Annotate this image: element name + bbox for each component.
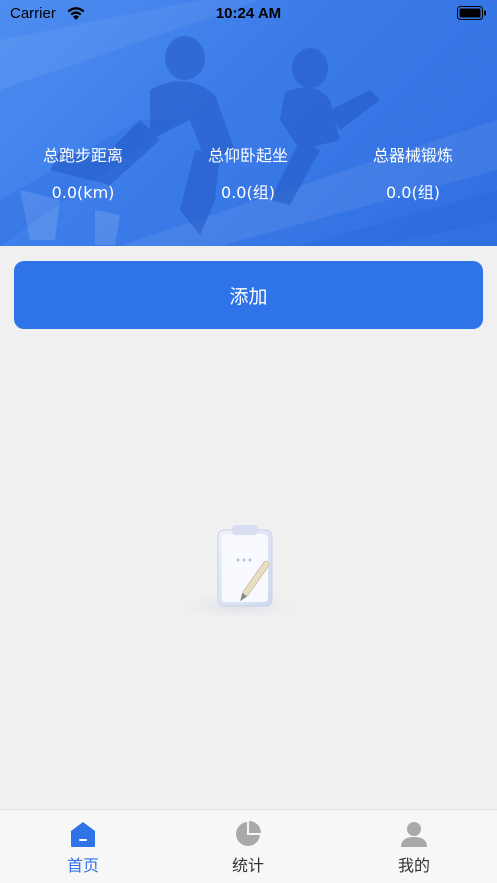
stat-value: 0.0(组) bbox=[221, 183, 275, 202]
stat-label: 总仰卧起坐 bbox=[207, 146, 288, 165]
bottom-tab-bar: 首页 统计 我的 bbox=[0, 809, 497, 883]
status-bar: Carrier 10:24 AM bbox=[0, 0, 497, 30]
tab-statistics[interactable]: 统计 bbox=[165, 810, 331, 883]
add-button[interactable]: 添加 bbox=[14, 261, 483, 329]
stat-value: 0.0(km) bbox=[51, 183, 115, 202]
home-icon bbox=[71, 822, 95, 847]
empty-clipboard-icon bbox=[168, 525, 312, 622]
header-banner: Carrier 10:24 AM 总跑步距离 0.0(km) 总仰卧起坐 0.0… bbox=[0, 0, 497, 246]
tab-home[interactable]: 首页 bbox=[0, 810, 166, 883]
stats-summary: 总跑步距离 0.0(km) 总仰卧起坐 0.0(组) 总器械锻炼 0.0(组) bbox=[0, 145, 497, 215]
clock: 10:24 AM bbox=[215, 5, 282, 22]
tab-label: 统计 bbox=[231, 856, 264, 875]
tab-profile[interactable]: 我的 bbox=[331, 810, 497, 883]
stat-situps: 总仰卧起坐 0.0(组) bbox=[163, 145, 333, 204]
tab-label: 首页 bbox=[66, 856, 99, 875]
stat-label: 总器械锻炼 bbox=[372, 146, 453, 165]
tab-label: 我的 bbox=[397, 856, 430, 875]
battery-icon bbox=[457, 6, 487, 24]
stat-value: 0.0(组) bbox=[386, 183, 440, 202]
user-icon bbox=[401, 822, 427, 847]
stat-label: 总跑步距离 bbox=[42, 146, 123, 165]
stat-equipment: 总器械锻炼 0.0(组) bbox=[328, 145, 497, 204]
pie-chart-icon bbox=[236, 821, 261, 846]
app-screen: Carrier 10:24 AM 总跑步距离 0.0(km) 总仰卧起坐 0.0… bbox=[0, 0, 497, 883]
stat-running-distance: 总跑步距离 0.0(km) bbox=[0, 145, 168, 204]
